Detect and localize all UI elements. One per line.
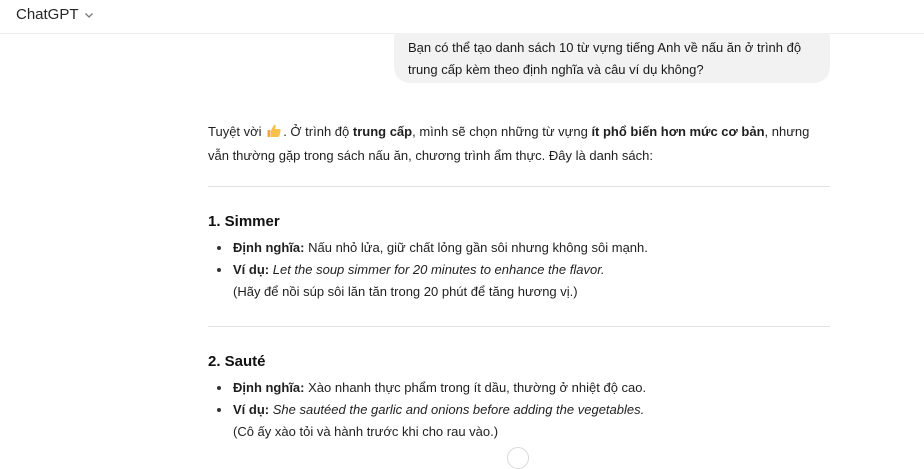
divider [208, 186, 830, 187]
definition-item: Định nghĩa: Nấu nhỏ lửa, giữ chất lỏng g… [216, 237, 826, 259]
example-text: She sautéed the garlic and onions before… [272, 402, 645, 417]
example-item: Ví dụ: Let the soup simmer for 20 minute… [216, 259, 826, 281]
definition-text: Xào nhanh thực phẩm trong ít dầu, thường… [304, 380, 647, 395]
chevron-down-icon [84, 12, 93, 18]
thumbs-up-icon [267, 124, 281, 137]
definition-item: Định nghĩa: Xào nhanh thực phẩm trong ít… [216, 377, 826, 399]
scroll-down-button[interactable] [507, 447, 529, 469]
translation-text: (Cô ấy xào tỏi và hành trước khi cho rau… [233, 424, 499, 439]
model-name: ChatGPT [16, 6, 79, 23]
intro-text-1: Tuyệt vời [208, 124, 262, 139]
model-switcher[interactable]: ChatGPT [16, 6, 95, 23]
example-label: Ví dụ: [233, 262, 270, 277]
intro-bold-2: ít phổ biến hơn mức cơ bản [591, 124, 765, 139]
user-message-text: Bạn có thể tạo danh sách 10 từ vựng tiến… [408, 40, 802, 77]
intro-text-2: . Ở trình độ [283, 124, 353, 139]
translation-item: (Cô ấy xào tỏi và hành trước khi cho rau… [216, 421, 826, 443]
divider [208, 326, 830, 327]
definition-text: Nấu nhỏ lửa, giữ chất lỏng gần sôi nhưng… [304, 240, 648, 255]
user-message-bubble: Bạn có thể tạo danh sách 10 từ vựng tiến… [394, 33, 830, 83]
intro-text-3: , mình sẽ chọn những từ vựng [412, 124, 592, 139]
intro-bold-1: trung cấp [352, 124, 413, 139]
section-title: 2. Sauté [208, 353, 266, 370]
section-title: 1. Simmer [208, 213, 280, 230]
example-label: Ví dụ: [233, 402, 270, 417]
example-item: Ví dụ: She sautéed the garlic and onions… [216, 399, 826, 421]
assistant-intro: Tuyệt vời . Ở trình độ trung cấp, mình s… [208, 120, 830, 168]
section-bullets: Định nghĩa: Xào nhanh thực phẩm trong ít… [216, 377, 826, 443]
top-bar: ChatGPT [0, 0, 924, 34]
definition-label: Định nghĩa: [233, 380, 305, 395]
definition-label: Định nghĩa: [233, 240, 305, 255]
assistant-message: Tuyệt vời . Ở trình độ trung cấp, mình s… [208, 120, 830, 168]
translation-text: (Hãy để nồi súp sôi lăn tăn trong 20 phú… [233, 284, 578, 299]
translation-item: (Hãy để nồi súp sôi lăn tăn trong 20 phú… [216, 281, 826, 303]
example-text: Let the soup simmer for 20 minutes to en… [272, 262, 605, 277]
section-bullets: Định nghĩa: Nấu nhỏ lửa, giữ chất lỏng g… [216, 237, 826, 303]
